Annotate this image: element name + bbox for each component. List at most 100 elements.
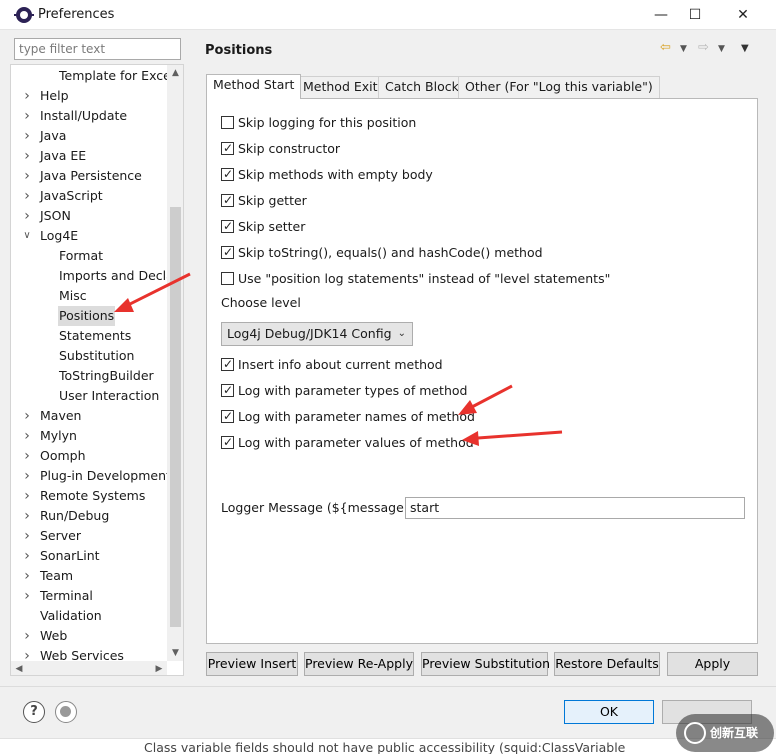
chevron-right-icon[interactable]: › [21, 506, 33, 526]
tree-item-label: Template for Exce [59, 68, 171, 83]
forward-arrow-icon[interactable]: ⇨ [698, 40, 709, 55]
tree-item-label: Statements [59, 328, 132, 343]
checkbox-checked-icon[interactable] [221, 408, 234, 424]
checkbox-unchecked-icon[interactable] [221, 272, 234, 285]
preview-substitution-button[interactable]: Preview Substitution [421, 652, 550, 676]
tree-item-label: Web [40, 628, 68, 643]
window-title: Preferences [38, 7, 115, 22]
tab-method-start[interactable]: Method Start [206, 74, 302, 99]
checkbox-checked-icon[interactable] [221, 140, 234, 156]
tree-item-label: Java Persistence [40, 168, 142, 183]
scroll-down-icon[interactable]: ▼ [167, 645, 183, 661]
scroll-up-icon[interactable]: ▲ [167, 65, 183, 81]
tree-item-label: Mylyn [40, 428, 77, 443]
tree-item-label: Server [40, 528, 81, 543]
option-label: Use "position log statements" instead of… [238, 271, 611, 286]
chevron-right-icon[interactable]: › [21, 546, 33, 566]
tree-item-label: Maven [40, 408, 82, 423]
option-label: Skip logging for this position [238, 115, 417, 130]
eclipse-icon [14, 7, 34, 23]
chevron-right-icon[interactable]: › [21, 86, 33, 106]
title-bar: Preferences — ☐ ✕ [0, 0, 776, 30]
tab-catch-block[interactable]: Catch Block [378, 76, 466, 98]
checkbox-checked-icon[interactable] [221, 218, 234, 234]
choose-level-label: Choose level [221, 295, 301, 310]
tree-item-label: Validation [40, 608, 102, 623]
view-menu-icon[interactable]: ▼ [741, 43, 749, 54]
tree-item-label: Help [40, 88, 69, 103]
scroll-left-icon[interactable]: ◀ [11, 661, 27, 675]
checkbox-checked-icon[interactable] [221, 244, 234, 260]
close-button[interactable]: ✕ [720, 0, 766, 30]
chevron-right-icon[interactable]: › [21, 526, 33, 546]
scroll-right-icon[interactable]: ▶ [151, 661, 167, 675]
watermark-text: 创新互联 [710, 726, 759, 740]
tree-item-label: Terminal [40, 588, 93, 603]
method-start-panel: Choose level Log4j Debug/JDK14 Config ⌄ … [206, 98, 758, 644]
tab-other[interactable]: Other (For "Log this variable") [458, 76, 660, 98]
chevron-down-icon: ⌄ [397, 328, 406, 339]
back-arrow-icon[interactable]: ⇦ [660, 40, 671, 55]
tree-item-label: Plug-in Development [40, 468, 171, 483]
chevron-right-icon[interactable]: › [21, 406, 33, 426]
option-label: Skip constructor [238, 141, 341, 156]
tab-method-exit[interactable]: Method Exit [296, 76, 385, 98]
chevron-right-icon[interactable]: › [21, 566, 33, 586]
checkbox-checked-icon[interactable] [221, 166, 234, 182]
tree-item-label: Java [40, 128, 67, 143]
logger-message-input[interactable]: start [405, 497, 745, 519]
restore-defaults-button[interactable]: Restore Defaults [554, 652, 660, 676]
record-macro-icon[interactable] [55, 701, 77, 723]
filter-input[interactable] [14, 38, 181, 60]
option-label: Skip methods with empty body [238, 167, 433, 182]
checkbox-checked-icon[interactable] [221, 382, 234, 398]
ok-button[interactable]: OK [564, 700, 654, 724]
chevron-right-icon[interactable]: › [21, 486, 33, 506]
option-label: Log with parameter values of method [238, 435, 474, 450]
apply-button[interactable]: Apply [667, 652, 758, 676]
maximize-button[interactable]: ☐ [672, 0, 718, 30]
option-label: Skip getter [238, 193, 307, 208]
checkbox-checked-icon[interactable] [221, 434, 234, 450]
chevron-right-icon[interactable]: › [21, 446, 33, 466]
level-select-value: Log4j Debug/JDK14 Config [227, 326, 392, 341]
option-label: Log with parameter types of method [238, 383, 468, 398]
watermark-logo-icon [684, 722, 706, 744]
chevron-right-icon[interactable]: › [21, 426, 33, 446]
back-menu-chevron-icon[interactable]: ▼ [680, 44, 687, 54]
tree-horizontal-scrollbar[interactable]: ◀ ▶ [11, 661, 167, 675]
checkbox-checked-icon[interactable] [221, 192, 234, 208]
tree-item-label: Log4E [40, 228, 79, 243]
tree-item-label: Java EE [40, 148, 87, 163]
tree-item-label: SonarLint [40, 548, 100, 563]
tree-item-label: Run/Debug [40, 508, 110, 523]
chevron-right-icon[interactable]: › [21, 206, 33, 226]
chevron-right-icon[interactable]: › [21, 626, 33, 646]
chevron-right-icon[interactable]: › [21, 466, 33, 486]
chevron-right-icon[interactable]: › [21, 166, 33, 186]
help-icon[interactable]: ? [23, 701, 45, 723]
chevron-right-icon[interactable]: › [21, 186, 33, 206]
tree-vertical-scrollbar[interactable]: ▲ ▼ [167, 65, 183, 661]
preview-reapply-button[interactable]: Preview Re-Apply [304, 652, 414, 676]
background-editor-strip: Class variable fields should not have pu… [0, 738, 776, 754]
preview-insert-button[interactable]: Preview Insert [206, 652, 298, 676]
chevron-right-icon[interactable]: › [21, 586, 33, 606]
checkbox-checked-icon[interactable] [221, 356, 234, 372]
tree-item-label: JSON [40, 208, 71, 223]
chevron-right-icon[interactable]: › [21, 146, 33, 166]
chevron-down-icon[interactable]: ∨ [21, 226, 33, 246]
scroll-thumb[interactable] [170, 207, 181, 627]
chevron-right-icon[interactable]: › [21, 126, 33, 146]
tree-item-label: Substitution [59, 348, 135, 363]
preferences-nav: ›Web Services›WebValidation›Terminal›Tea… [10, 36, 184, 684]
tree-item-label: Format [59, 248, 104, 263]
tree-item-label: Imports and Decla [59, 268, 174, 283]
footer-separator [0, 686, 776, 687]
level-select[interactable]: Log4j Debug/JDK14 Config ⌄ [221, 322, 413, 346]
option-label: Skip setter [238, 219, 306, 234]
forward-menu-chevron-icon[interactable]: ▼ [718, 44, 725, 54]
background-editor-text: Class variable fields should not have pu… [144, 740, 626, 754]
chevron-right-icon[interactable]: › [21, 106, 33, 126]
checkbox-unchecked-icon[interactable] [221, 116, 234, 129]
